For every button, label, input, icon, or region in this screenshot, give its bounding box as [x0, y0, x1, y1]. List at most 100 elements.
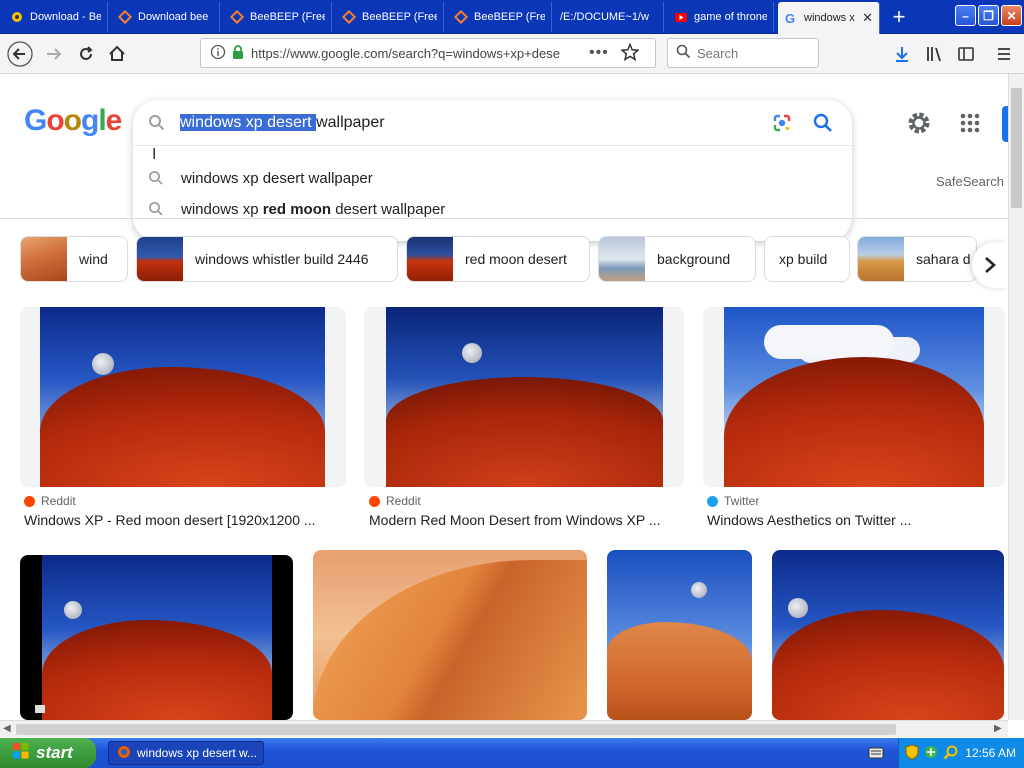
scroll-right-icon[interactable]: ▶	[994, 723, 1002, 734]
close-window-button[interactable]: ✕	[1001, 5, 1022, 26]
restore-button[interactable]: ❐	[978, 5, 999, 26]
result-title[interactable]: Windows XP - Red moon desert [1920x1200 …	[24, 512, 344, 528]
back-button[interactable]	[6, 40, 34, 68]
result-image[interactable]	[607, 550, 752, 720]
taskbar: start windows xp desert w... 12:56 AM	[0, 738, 1024, 768]
search-icon	[676, 44, 691, 62]
result-card[interactable]	[364, 307, 684, 487]
result-source[interactable]: Reddit	[369, 494, 421, 508]
browser-search-box[interactable]: Search	[667, 38, 819, 68]
chip-label: red moon desert	[465, 251, 567, 267]
chip-label: xp build	[779, 251, 828, 267]
result-image[interactable]	[772, 550, 1004, 720]
bookmark-star-icon[interactable]	[619, 42, 640, 64]
chip-thumbnail	[407, 237, 453, 281]
tab-beebeep-3[interactable]: BeeBEEP (Free	[448, 2, 552, 32]
library-button[interactable]	[920, 40, 948, 68]
vertical-scroll-thumb[interactable]	[1011, 88, 1022, 208]
horizontal-scrollbar[interactable]: ◀ ▶	[0, 720, 1008, 737]
chip-sahara[interactable]: sahara d	[857, 236, 977, 282]
tab-strip: Download - Be Download bee BeeBEEP (Free…	[0, 0, 1024, 34]
result-image[interactable]	[40, 307, 325, 487]
start-button[interactable]: start	[0, 738, 96, 768]
search-placeholder: Search	[697, 45, 739, 61]
vertical-scrollbar[interactable]	[1008, 74, 1024, 720]
suggestion-item[interactable]: windows xp red moon desert wallpaper	[133, 194, 852, 224]
forward-button[interactable]	[40, 40, 68, 68]
security-shield-icon[interactable]	[905, 743, 919, 763]
result-card[interactable]	[703, 307, 1005, 487]
chip-red-moon-desert[interactable]: red moon desert	[406, 236, 590, 282]
google-lens-icon[interactable]	[771, 112, 793, 139]
tab-beebeep-2[interactable]: BeeBEEP (Free	[336, 2, 444, 32]
home-button[interactable]	[103, 40, 131, 68]
tab-title: BeeBEEP (Free	[362, 11, 437, 23]
chip-label: sahara d	[916, 251, 971, 267]
result-card[interactable]	[20, 555, 293, 720]
chip-xp-build[interactable]: xp build	[764, 236, 850, 282]
new-tab-button[interactable]: +	[884, 3, 914, 31]
tab-windows-xp-active[interactable]: G windows x ✕	[778, 2, 880, 34]
tab-download-be[interactable]: Download - Be	[4, 2, 108, 32]
address-bar[interactable]: https://www.google.com/search?q=windows+…	[200, 38, 656, 68]
result-title[interactable]: Modern Red Moon Desert from Windows XP .…	[369, 512, 685, 528]
result-image[interactable]	[42, 555, 272, 720]
menu-button[interactable]	[990, 40, 1018, 68]
clock[interactable]: 12:56 AM	[965, 746, 1016, 760]
softonic-icon	[342, 10, 356, 24]
result-image[interactable]	[724, 307, 984, 487]
result-image[interactable]	[386, 307, 663, 487]
lock-icon[interactable]	[231, 44, 245, 63]
tab-game-of-thrones[interactable]: game of throne	[668, 2, 774, 32]
url-text[interactable]: https://www.google.com/search?q=windows+…	[251, 46, 571, 61]
downloads-button[interactable]	[888, 40, 916, 68]
result-card[interactable]	[772, 550, 1004, 720]
google-icon: G	[784, 11, 798, 25]
cloud	[764, 325, 894, 359]
result-source[interactable]: Reddit	[24, 494, 76, 508]
result-image[interactable]	[313, 550, 587, 720]
hamburger-menu-icon	[998, 48, 1010, 60]
suggestion-item[interactable]: windows xp desert wallpaper	[133, 163, 852, 193]
chip-label: windows whistler build 2446	[195, 251, 369, 267]
reload-button[interactable]	[72, 40, 100, 68]
horizontal-scroll-thumb[interactable]	[16, 724, 896, 735]
tab-local-file[interactable]: /E:/DOCUME~1/w	[556, 2, 664, 32]
tab-download-bee[interactable]: Download bee	[112, 2, 220, 32]
close-tab-icon[interactable]: ✕	[858, 10, 873, 26]
chip-wind[interactable]: wind	[20, 236, 128, 282]
search-input[interactable]: windows xp desert wallpaper	[180, 114, 385, 132]
result-source[interactable]: Twitter	[707, 494, 759, 508]
result-card[interactable]	[607, 550, 752, 720]
search-input-row[interactable]: windows xp desert wallpaper	[133, 100, 852, 146]
chevron-right-icon	[985, 257, 996, 273]
info-icon[interactable]	[210, 44, 226, 63]
network-icon[interactable]	[923, 744, 939, 763]
search-submit-icon[interactable]	[813, 113, 833, 138]
scroll-left-icon[interactable]: ◀	[3, 723, 11, 734]
download-arrow-icon	[896, 47, 908, 62]
chip-label: background	[657, 251, 731, 267]
keyboard-icon[interactable]	[868, 746, 884, 765]
chip-background[interactable]: background	[598, 236, 756, 282]
google-logo[interactable]: Google	[24, 104, 122, 138]
suggestion-text: windows xp red moon desert wallpaper	[181, 200, 446, 218]
settings-gear-icon[interactable]	[906, 110, 932, 141]
text-cursor-icon: I	[152, 146, 157, 163]
google-apps-icon[interactable]	[957, 110, 983, 141]
search-box-dropdown: windows xp desert wallpaper I windows xp…	[133, 100, 852, 241]
chips-next-button[interactable]	[972, 242, 1008, 288]
result-card[interactable]	[20, 307, 346, 487]
dune	[607, 622, 752, 720]
result-title[interactable]: Windows Aesthetics on Twitter ...	[707, 512, 1005, 528]
page-actions-icon[interactable]: •••	[589, 44, 609, 62]
sidebar-button[interactable]	[952, 40, 980, 68]
chip-windows-whistler[interactable]: windows whistler build 2446	[136, 236, 398, 282]
safesearch-link[interactable]: SafeSearch	[936, 174, 1004, 189]
taskbar-firefox-window[interactable]: windows xp desert w...	[108, 741, 264, 765]
moon	[691, 582, 707, 598]
minimize-button[interactable]: –	[955, 5, 976, 26]
search-tray-icon[interactable]	[943, 744, 959, 763]
result-card[interactable]	[313, 550, 587, 720]
tab-beebeep-1[interactable]: BeeBEEP (Free	[224, 2, 332, 32]
